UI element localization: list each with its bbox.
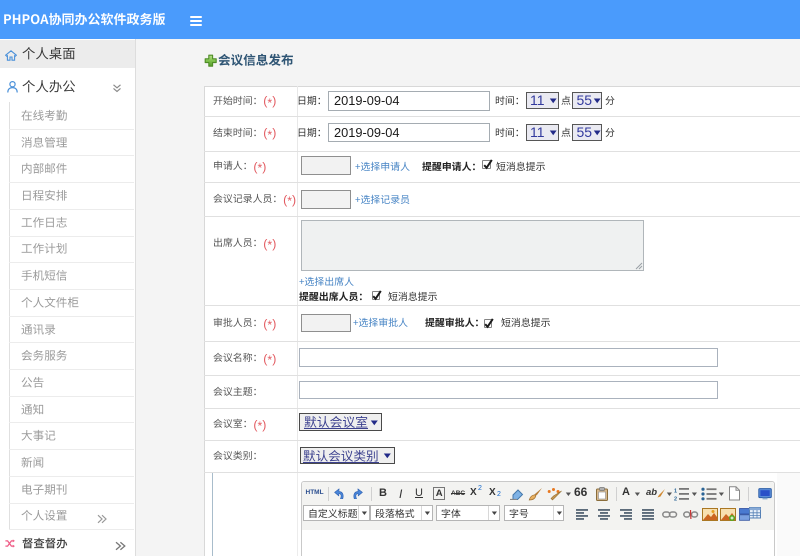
- svg-text:1: 1: [674, 488, 677, 494]
- svg-text:2: 2: [674, 496, 677, 501]
